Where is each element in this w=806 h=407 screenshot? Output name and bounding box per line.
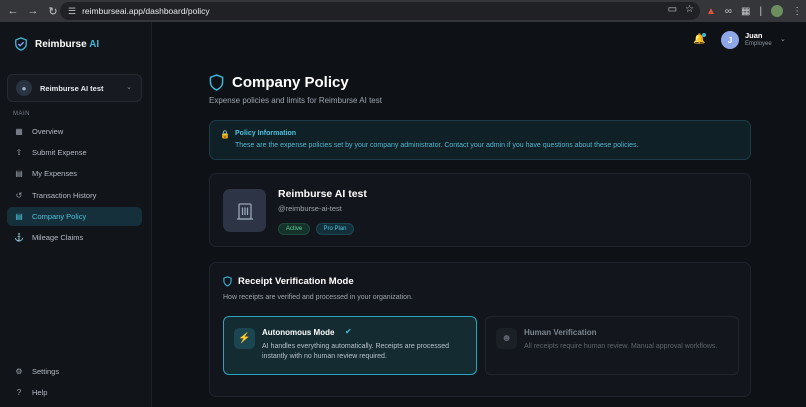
car-icon: ⚓ [14, 232, 24, 242]
organization-handle: @reimburse-ai-test [278, 204, 342, 213]
policy-info-alert: 🔒 Policy Information These are the expen… [209, 120, 751, 160]
sidebar-item-overview[interactable]: ▦ Overview [7, 122, 142, 141]
sidebar-bottom-nav: ⚙ Settings ? Help [7, 362, 142, 404]
status-badge: Active [278, 223, 310, 235]
shield-icon [209, 74, 224, 91]
document-icon: ▤ [15, 211, 23, 221]
page-title: Company Policy [232, 74, 349, 91]
chevron-down-icon[interactable]: ⌄ [780, 35, 786, 43]
extensions-puzzle-icon[interactable]: ▦ [741, 6, 750, 17]
shield-icon [223, 276, 232, 287]
sidebar-item-company-policy[interactable]: ▤ Company Policy [7, 206, 142, 226]
verification-title: Receipt Verification Mode [238, 276, 354, 287]
sidebar-item-my-expenses[interactable]: ▤ My Expenses [7, 164, 142, 183]
address-bar[interactable]: ☰ reimburseai.app/dashboard/policy ▭ ☆ [60, 2, 700, 20]
user-name[interactable]: Juan [745, 31, 763, 40]
profile-avatar[interactable] [771, 5, 784, 17]
verification-header: Receipt Verification Mode [223, 276, 354, 287]
brand-name: Reimburse AI [35, 38, 100, 50]
organization-card: Reimburse AI test @reimburse-ai-test Act… [209, 173, 751, 247]
human-verification-option[interactable]: ☻ Human Verification All receipts requir… [485, 316, 739, 375]
page-header: Company Policy [209, 74, 349, 91]
sidebar-item-label: Company Policy [32, 211, 87, 221]
plan-badge: Pro Plan [316, 223, 354, 235]
url-text: reimburseai.app/dashboard/policy [82, 6, 210, 16]
sidebar-item-label: Submit Expense [32, 148, 87, 158]
receipt-icon: ▤ [15, 169, 23, 179]
help-icon: ? [16, 388, 22, 397]
brand-logo-link[interactable]: Reimburse AI [14, 37, 99, 51]
sidebar-item-transaction-history[interactable]: ↺ Transaction History [7, 186, 142, 205]
extension-icon[interactable]: ▲ [706, 6, 716, 17]
organization-selector[interactable]: ● Reimburse AI test ⌄ [7, 74, 142, 102]
back-arrow-icon[interactable]: ← [4, 2, 22, 20]
user-icon: ☻ [496, 328, 517, 349]
autonomous-mode-option[interactable]: ⚡ Autonomous Mode ✔ AI handles everythin… [223, 316, 477, 375]
verification-subtitle: How receipts are verified and processed … [223, 294, 413, 301]
organization-name: Reimburse AI test [40, 83, 104, 93]
sidebar-item-label: Mileage Claims [32, 232, 84, 242]
cast-icon[interactable]: ▭ [668, 4, 677, 15]
avatar[interactable]: J [721, 31, 739, 49]
sidebar: Reimburse AI ● Reimburse AI test ⌄ MAIN … [0, 22, 152, 407]
info-text: These are the expense policies set by yo… [235, 142, 639, 149]
mode-description: AI handles everything automatically. Rec… [262, 343, 450, 360]
grid-icon: ▦ [15, 127, 23, 136]
bookmark-star-icon[interactable]: ☆ [685, 4, 694, 15]
mode-description: All receipts require human review. Manua… [524, 343, 718, 350]
user-role: Employee [745, 41, 772, 47]
organization-avatar: ● [16, 80, 32, 96]
building-icon [223, 189, 266, 232]
mode-title: Autonomous Mode [262, 328, 335, 337]
forward-arrow-icon[interactable]: → [24, 2, 42, 20]
lock-icon: 🔒 [220, 130, 230, 139]
mode-title: Human Verification [524, 328, 597, 337]
sidebar-nav: ▦ Overview ⇧ Submit Expense ▤ My Expense… [7, 122, 142, 249]
sidebar-item-help[interactable]: ? Help [7, 383, 142, 402]
nav-section-label: MAIN [13, 111, 30, 117]
sidebar-item-label: Help [32, 388, 48, 397]
browser-menu-icon[interactable]: ⋮ [792, 6, 802, 17]
sidebar-item-label: Overview [32, 127, 64, 136]
extension-icon[interactable]: ∞ [725, 6, 732, 17]
lightning-icon: ⚡ [234, 328, 255, 349]
chevron-down-icon: ⌄ [126, 84, 132, 91]
check-circle-icon: ✔ [345, 327, 352, 336]
browser-toolbar: ← → ↻ ☰ reimburseai.app/dashboard/policy… [0, 0, 806, 22]
sidebar-item-label: Transaction History [32, 190, 97, 200]
site-settings-icon[interactable]: ☰ [68, 6, 76, 17]
history-icon: ↺ [15, 190, 23, 200]
shield-logo-icon [15, 37, 27, 51]
info-title: Policy Information [235, 130, 297, 137]
page-subtitle: Expense policies and limits for Reimburs… [209, 96, 382, 105]
upload-icon: ⇧ [15, 148, 23, 158]
app-root: Reimburse AI ● Reimburse AI test ⌄ MAIN … [0, 22, 806, 407]
receipt-verification-card: Receipt Verification Mode How receipts a… [209, 262, 751, 397]
separator: | [759, 5, 763, 17]
sidebar-item-submit-expense[interactable]: ⇧ Submit Expense [7, 143, 142, 162]
sidebar-item-mileage-claims[interactable]: ⚓ Mileage Claims [7, 228, 142, 247]
notification-indicator [702, 33, 706, 37]
organization-card-name: Reimburse AI test [278, 188, 367, 200]
sidebar-item-label: My Expenses [32, 169, 78, 179]
sidebar-item-settings[interactable]: ⚙ Settings [7, 362, 142, 381]
gear-icon: ⚙ [15, 367, 23, 376]
sidebar-item-label: Settings [32, 367, 60, 376]
